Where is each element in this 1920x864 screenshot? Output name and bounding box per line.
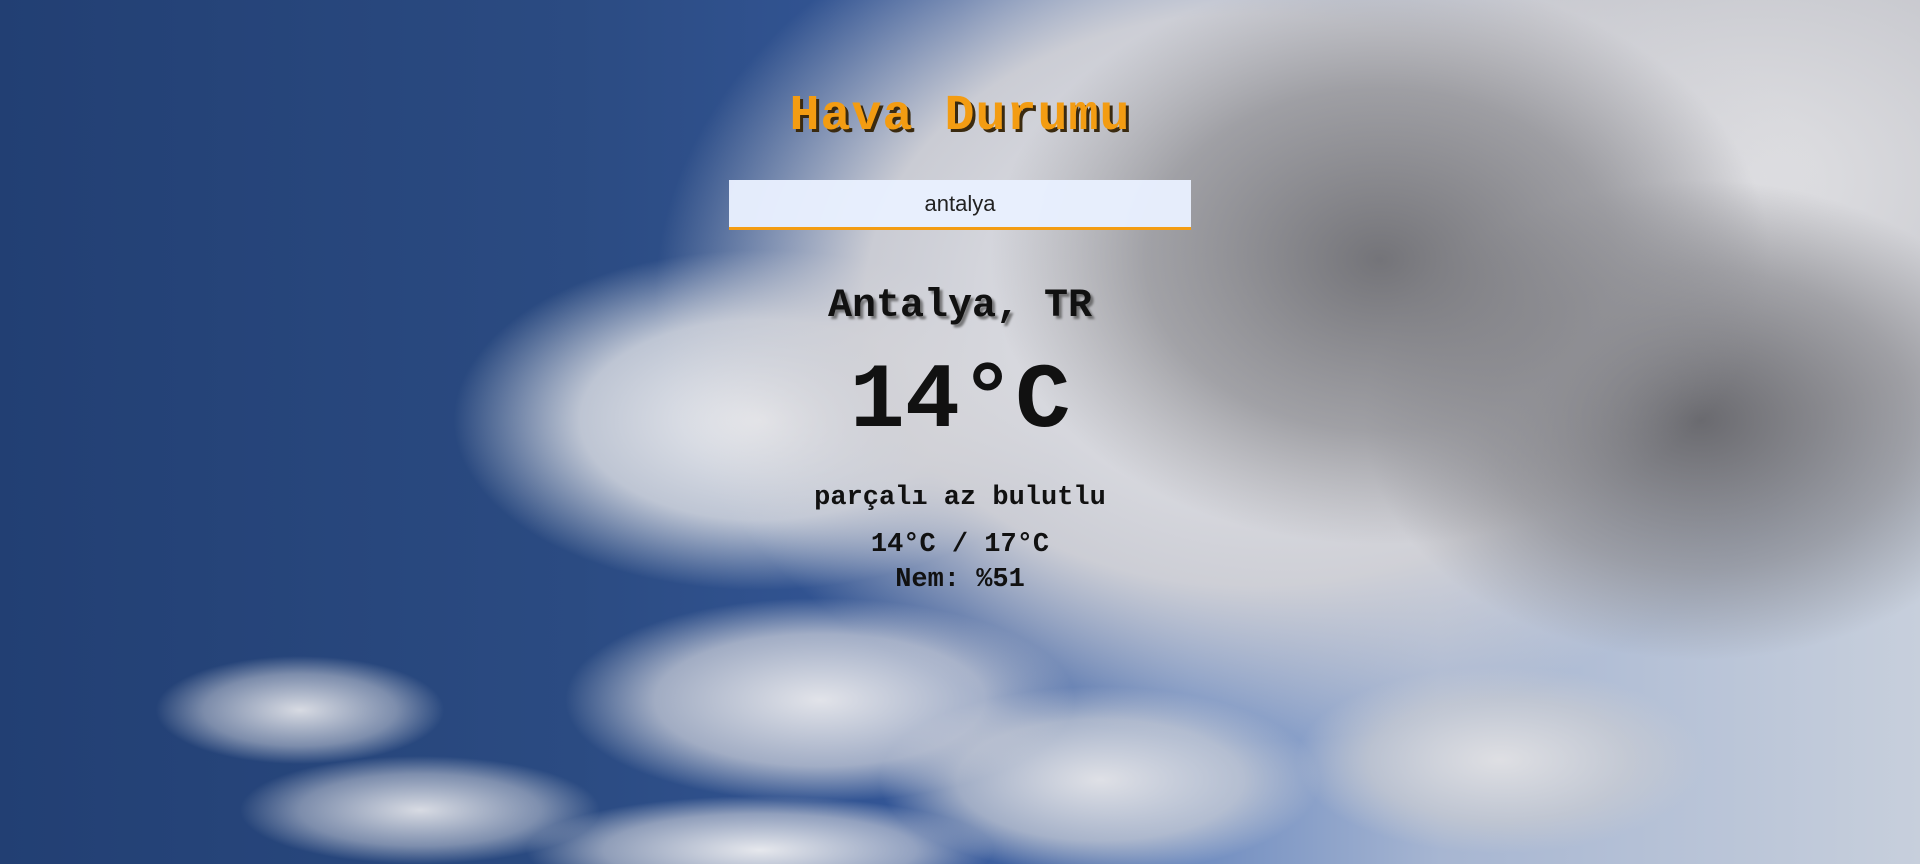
current-temperature: 14°C [849,349,1071,454]
app-title: Hava Durumu [789,88,1131,145]
weather-app: Hava Durumu Antalya, TR 14°C parçalı az … [0,0,1920,864]
min-max-temperature: 14°C / 17°C [870,530,1050,560]
city-search-input[interactable] [729,180,1191,227]
city-name: Antalya, TR [827,284,1093,329]
weather-description: parçalı az bulutlu [814,483,1106,513]
search-box [729,180,1191,230]
humidity: Nem: %51 [895,565,1025,595]
